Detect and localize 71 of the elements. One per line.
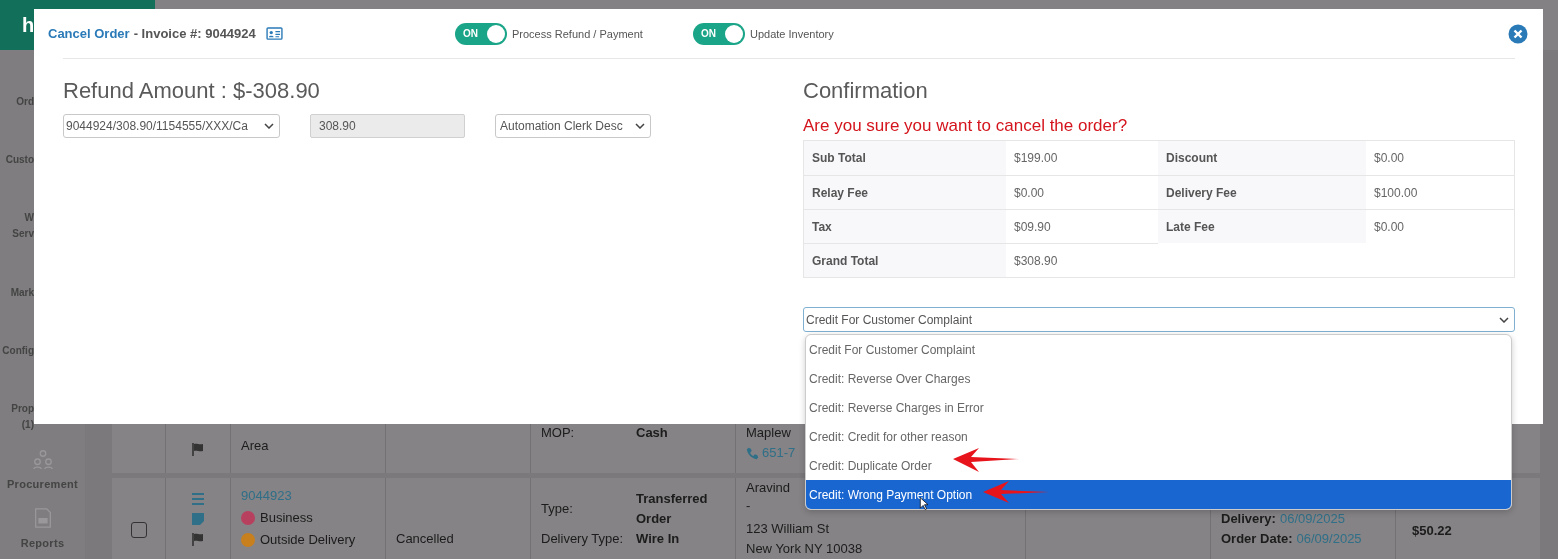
total-label: Late Fee (1158, 209, 1366, 243)
sidebar-label[interactable]: Prop (11, 401, 34, 418)
phone-icon (746, 446, 759, 460)
field-value: Cash (636, 424, 669, 442)
clerk-select[interactable]: Automation Clerk Desc (495, 114, 651, 138)
date-label: Order Date: (1221, 530, 1293, 548)
flag-icon[interactable] (190, 531, 206, 547)
dropdown-option[interactable]: Credit: Wrong Payment Option (806, 480, 1511, 509)
chevron-icon (264, 123, 274, 129)
order-detail: Outside Delivery (260, 531, 356, 549)
total-label: Delivery Fee (1158, 175, 1366, 209)
toggle-label: Process Refund / Payment (512, 27, 643, 40)
customer-name: Aravind (746, 479, 791, 497)
total-label: Sub Total (804, 141, 1006, 175)
date-label: Delivery: (1221, 510, 1276, 528)
payment-select[interactable]: 9044924/308.90/1154555/XXX/Ca (63, 114, 280, 138)
order-status: Cancelled (396, 530, 455, 548)
dropdown-option[interactable]: Credit: Duplicate Order (806, 451, 1511, 480)
sidebar-label[interactable]: Mark (10, 284, 34, 301)
sidebar-label[interactable]: Reports (20, 534, 65, 551)
field-label: MOP: (541, 424, 576, 442)
total-label: Grand Total (804, 243, 1006, 277)
order-detail: Business (260, 509, 313, 527)
date-value: 06/09/2025 (1296, 530, 1362, 548)
customer-name: Maplew (746, 424, 791, 442)
field-value: Wire In (636, 530, 681, 548)
chevron-icon (635, 123, 645, 129)
date-value: 06/09/2025 (1279, 510, 1345, 528)
order-detail: Area (241, 437, 269, 455)
invoice-number: - Invoice #: 9044924 (133, 26, 256, 41)
sidebar-label[interactable]: W (24, 210, 34, 227)
toggle-label: Update Inventory (750, 27, 834, 40)
flag-icon[interactable] (190, 441, 206, 457)
customer-address: New York NY 10038 (746, 540, 863, 558)
total-label: Tax (804, 209, 1006, 243)
field-label: Type: (541, 500, 574, 518)
dropdown-option[interactable]: Credit For Customer Complaint (806, 335, 1511, 364)
total-value: $308.90 (1006, 243, 1158, 277)
id-card-icon[interactable] (265, 27, 283, 40)
warning-text: Are you sure you want to cancel the order? (803, 117, 1128, 135)
total-value: $0.00 (1373, 150, 1406, 167)
dropdown-option[interactable]: Credit: Reverse Charges in Error (806, 393, 1511, 422)
sidebar-label[interactable]: Custo (5, 152, 34, 169)
total-value: $0.00 (1366, 209, 1514, 243)
dropdown-option[interactable]: Credit: Credit for other reason (806, 422, 1511, 451)
sidebar-label[interactable]: (1) (21, 417, 34, 434)
close-icon[interactable] (1508, 23, 1528, 44)
total-label: Discount (1158, 141, 1366, 175)
customer-address: - (746, 498, 751, 514)
logo-text: h (22, 13, 35, 37)
dropdown-option[interactable]: Credit: Reverse Over Charges (806, 364, 1511, 393)
total-label: Relay Fee (804, 175, 1006, 209)
dialog-title-link[interactable]: Cancel Order (48, 26, 130, 41)
field-label: Delivery Type: (541, 530, 625, 548)
toggle-switch[interactable]: ON (455, 22, 507, 45)
order-amount: $50.22 (1412, 522, 1453, 540)
chevron-icon (1499, 316, 1509, 323)
field-value: Transferred Order (636, 490, 709, 528)
reason-select[interactable]: Credit For Customer Complaint (803, 307, 1515, 332)
toggle-switch[interactable]: ON (693, 22, 745, 45)
refund-amount-title: Refund Amount : $-308.90 (63, 79, 320, 103)
sidebar-label[interactable]: Serv (12, 226, 34, 243)
customer-address: 123 William St (746, 520, 830, 538)
confirmation-title: Confirmation (803, 79, 928, 103)
total-value: $100.00 (1366, 175, 1514, 209)
sidebar-label[interactable]: Ord (16, 93, 34, 110)
total-value: $199.00 (1013, 150, 1059, 167)
sidebar-label[interactable]: Config (2, 343, 34, 360)
amount-field[interactable]: 308.90 (310, 114, 465, 138)
sidebar-label[interactable]: Procurement (6, 476, 79, 493)
checkbox[interactable] (131, 522, 147, 538)
